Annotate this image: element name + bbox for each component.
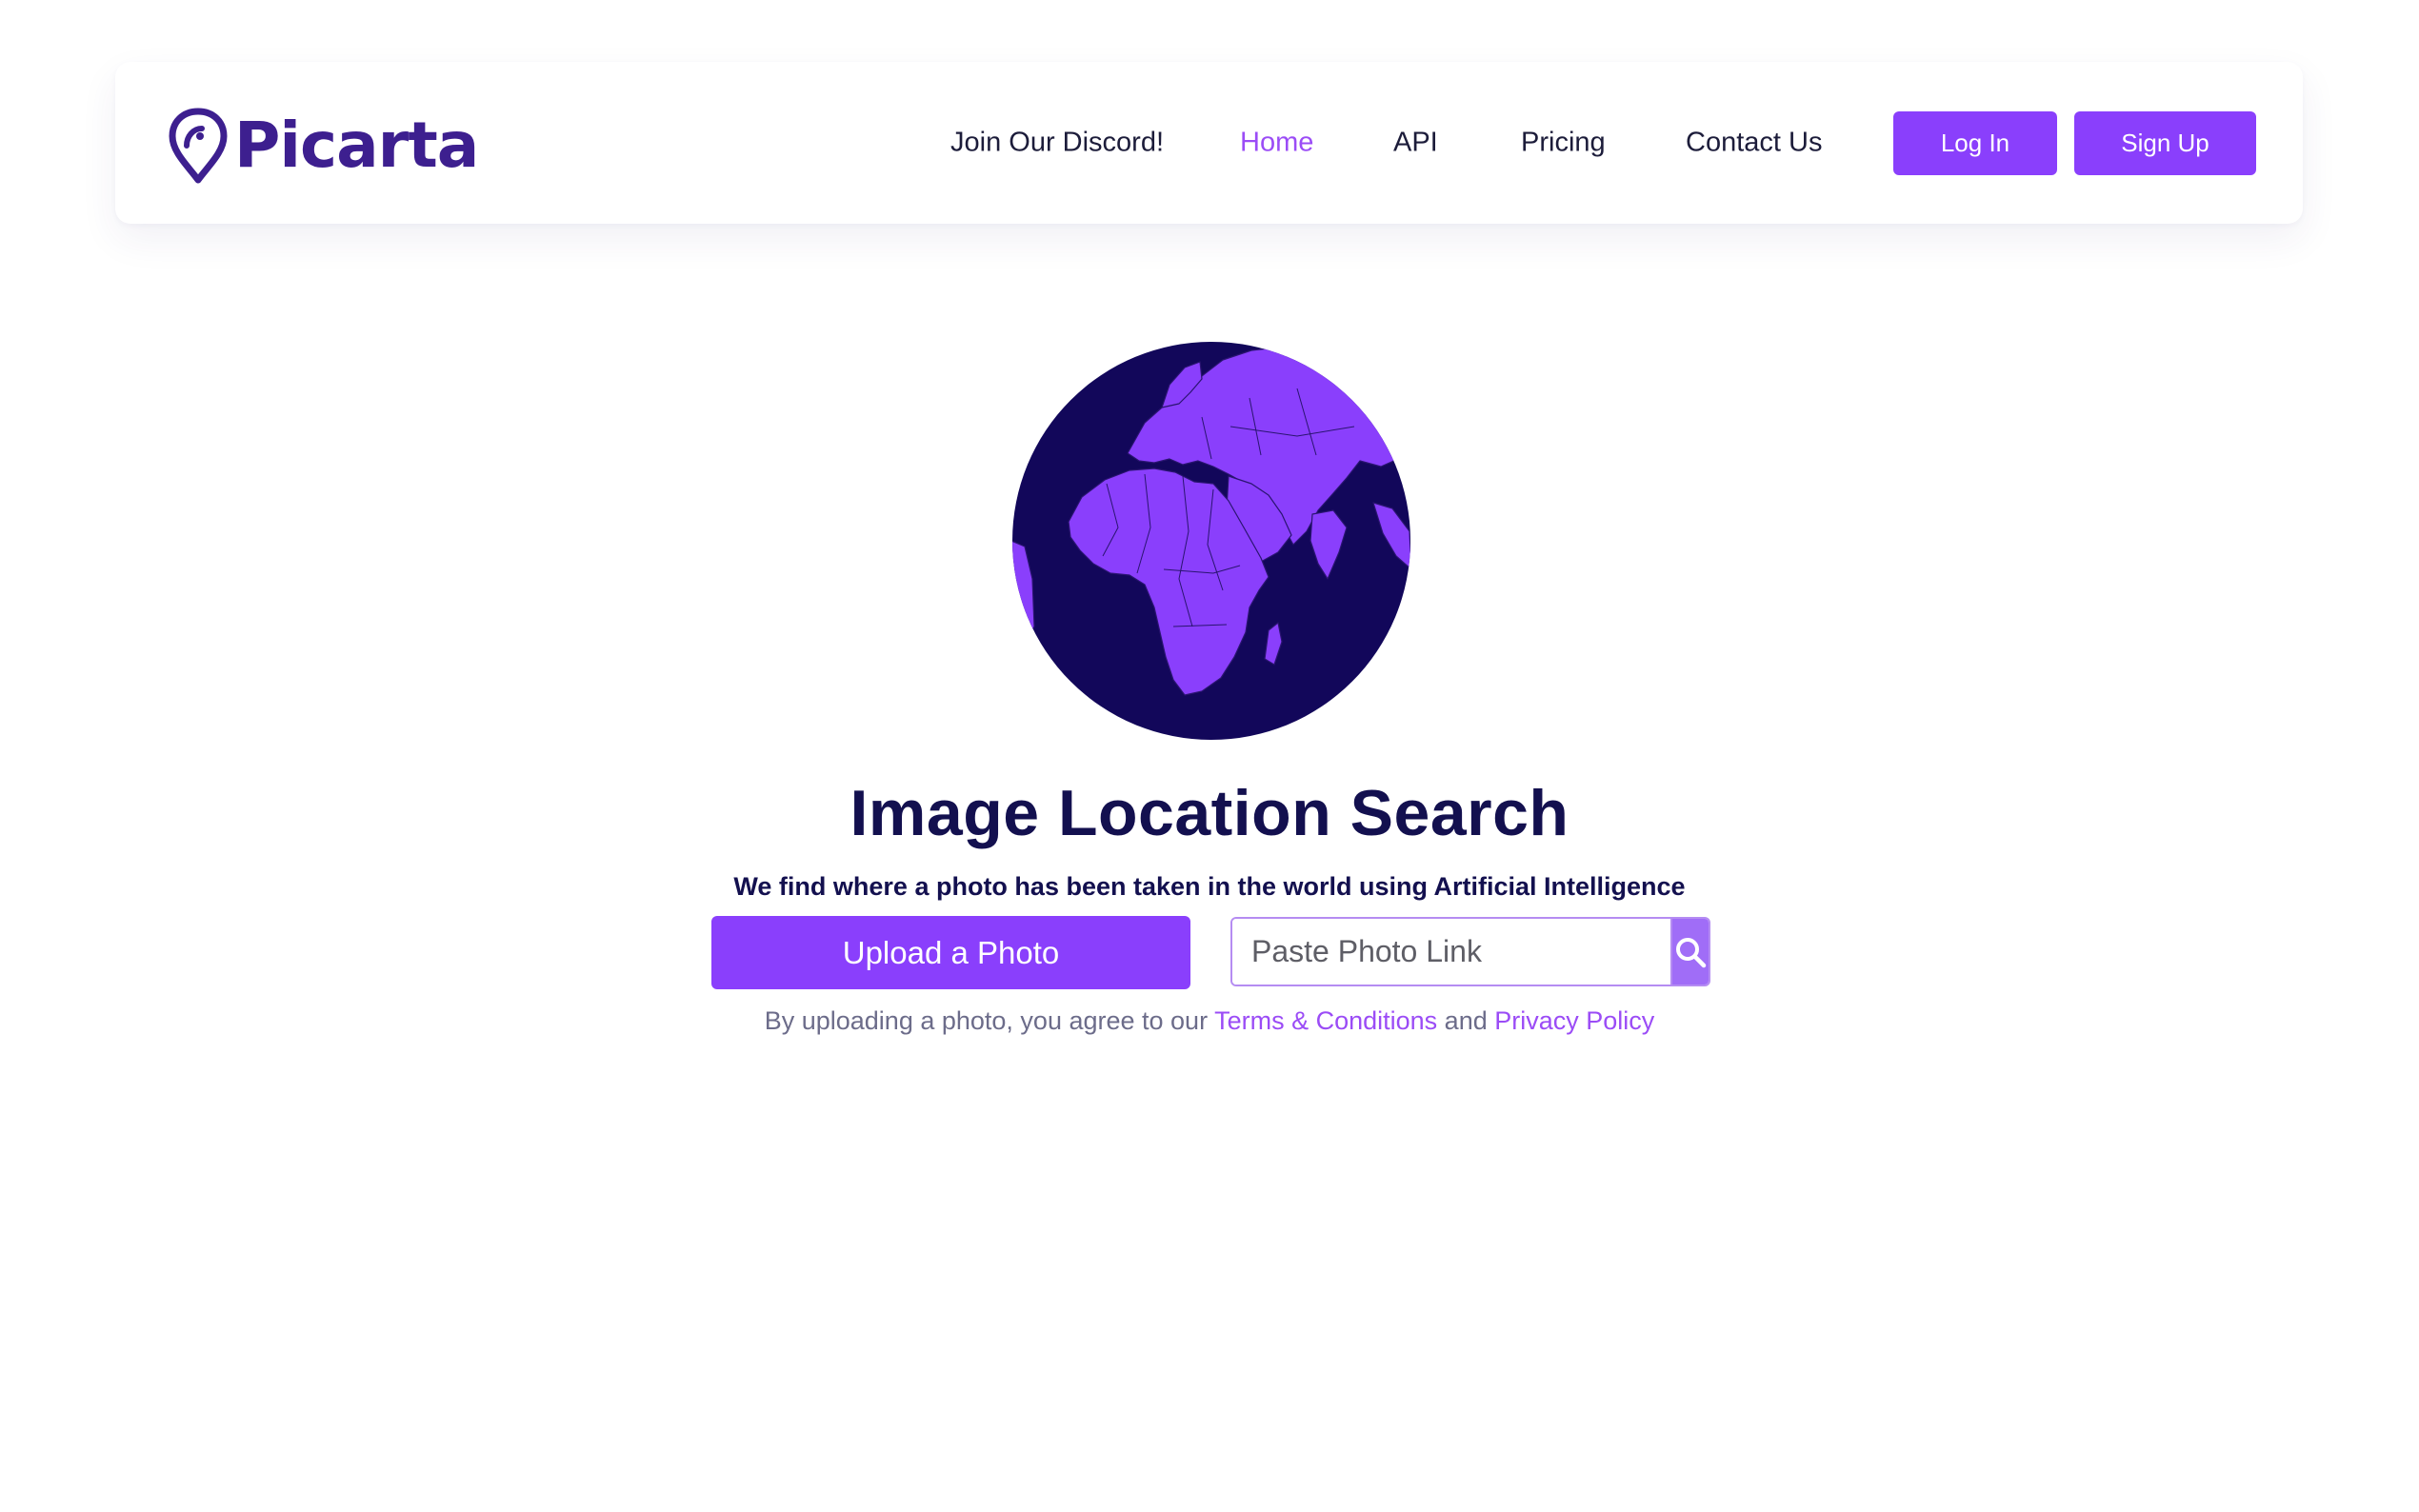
hero-title: Image Location Search — [850, 777, 1569, 849]
nav-link-contact[interactable]: Contact Us — [1686, 128, 1822, 159]
header-bar: Picarta Join Our Discord! Home API Prici… — [115, 62, 2303, 224]
photo-link-input[interactable] — [1232, 919, 1670, 985]
nav-link-api[interactable]: API — [1393, 128, 1438, 159]
photo-link-search — [1230, 917, 1710, 986]
search-icon — [1676, 937, 1707, 967]
hero-subtitle: We find where a photo has been taken in … — [733, 872, 1686, 901]
login-button[interactable]: Log In — [1893, 111, 2057, 175]
globe-icon — [1012, 342, 1410, 740]
terms-link[interactable]: Terms & Conditions — [1214, 1006, 1437, 1035]
privacy-link[interactable]: Privacy Policy — [1494, 1006, 1654, 1035]
main-nav: Join Our Discord! Home API Pricing Conta… — [115, 62, 2303, 224]
nav-link-discord[interactable]: Join Our Discord! — [950, 128, 1164, 159]
search-button[interactable] — [1670, 919, 1709, 985]
nav-link-home[interactable]: Home — [1240, 128, 1313, 159]
legal-prefix: By uploading a photo, you agree to our — [764, 1006, 1215, 1035]
legal-middle: and — [1437, 1006, 1495, 1035]
legal-notice: By uploading a photo, you agree to our T… — [0, 1006, 2419, 1036]
nav-link-pricing[interactable]: Pricing — [1521, 128, 1606, 159]
signup-button[interactable]: Sign Up — [2074, 111, 2256, 175]
upload-photo-button[interactable]: Upload a Photo — [711, 916, 1190, 989]
